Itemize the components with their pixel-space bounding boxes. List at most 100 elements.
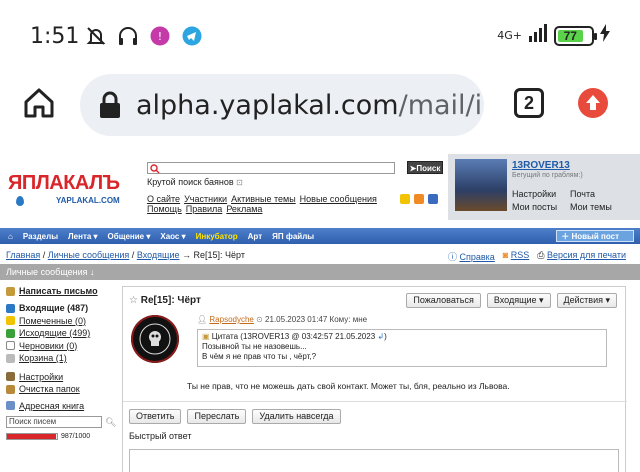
link-rules[interactable]: Правила bbox=[186, 204, 223, 214]
battery-icon: 77 bbox=[554, 25, 597, 46]
folder-sent-label[interactable]: Исходящие (499) bbox=[19, 327, 90, 340]
nav-sections[interactable]: Разделы bbox=[23, 232, 58, 241]
home-button[interactable] bbox=[22, 86, 56, 120]
help-link[interactable]: ⓘ Справка bbox=[448, 250, 495, 263]
user-posts-link[interactable]: Мои посты bbox=[512, 201, 557, 214]
link-members[interactable]: Участники bbox=[184, 194, 227, 204]
quote-line: Позывной ты не назовешь... bbox=[202, 342, 307, 351]
svg-text:!: ! bbox=[158, 30, 162, 43]
breadcrumb: Главная / Личные сообщения / Входящие → … bbox=[6, 250, 245, 260]
help-link-text[interactable]: Справка bbox=[459, 252, 494, 262]
compose-link[interactable]: Написать письмо bbox=[6, 286, 120, 296]
subject-text: Re[15]: Чёрт bbox=[140, 295, 201, 306]
print-link[interactable]: ⎙ Версия для печати bbox=[537, 250, 626, 263]
signal-icon bbox=[528, 24, 548, 47]
folder-starred-label[interactable]: Помеченные (0) bbox=[19, 315, 86, 328]
jump-icon[interactable]: ↲ bbox=[377, 332, 384, 341]
new-post-button[interactable]: ＋ Новый пост bbox=[556, 230, 634, 242]
link-active-topics[interactable]: Активные темы bbox=[231, 194, 296, 204]
nav-art[interactable]: Арт bbox=[248, 232, 262, 241]
nav-feed[interactable]: Лента ▾ bbox=[68, 232, 98, 241]
addressbook-link[interactable]: Адресная книга bbox=[6, 400, 120, 413]
star-icon[interactable] bbox=[400, 194, 410, 204]
link-help[interactable]: Помощь bbox=[147, 204, 182, 214]
print-link-text[interactable]: Версия для печати bbox=[547, 250, 626, 260]
quota-text: 987/1000 bbox=[61, 433, 91, 440]
crumb-personal[interactable]: Личные сообщения bbox=[48, 250, 130, 260]
folder-sent[interactable]: Исходящие (499) bbox=[6, 327, 120, 340]
folder-starred[interactable]: Помеченные (0) bbox=[6, 315, 120, 328]
address-bar[interactable]: alpha.yaplakal.com/mail/inb bbox=[80, 74, 484, 136]
folder-inbox[interactable]: Входящие (487) bbox=[6, 302, 120, 315]
search-icon bbox=[150, 164, 160, 174]
tools-icon bbox=[6, 372, 15, 382]
site-logo[interactable]: ЯПЛАКАЛЪ YAPLAKAL.COM bbox=[8, 172, 134, 216]
addressbook-label[interactable]: Адресная книга bbox=[19, 400, 84, 413]
folder-drafts-label[interactable]: Черновики (0) bbox=[19, 340, 77, 353]
home-nav-icon[interactable]: ⌂ bbox=[8, 232, 13, 241]
quick-reply-label: Быстрый ответ bbox=[129, 431, 192, 441]
site-search-input[interactable] bbox=[147, 162, 395, 174]
folder-trash[interactable]: Корзина (1) bbox=[6, 352, 120, 365]
user-panel: 13ROVER13 Бегущий по граблям:) Настройки… bbox=[448, 154, 640, 220]
star-outline-icon[interactable]: ☆ bbox=[129, 295, 138, 306]
header-links-row2: Помощь Правила Реклама bbox=[147, 204, 397, 214]
nav-social[interactable]: Общение ▾ bbox=[108, 232, 151, 241]
crumb-home[interactable]: Главная bbox=[6, 250, 40, 260]
page-tools: ⓘ Справка ◙ RSS ⎙ Версия для печати bbox=[448, 250, 626, 263]
folder-drafts[interactable]: Черновики (0) bbox=[6, 340, 120, 353]
link-about[interactable]: О сайте bbox=[147, 194, 180, 204]
rss-link[interactable]: ◙ RSS bbox=[503, 250, 529, 263]
username[interactable]: 13ROVER13 bbox=[512, 160, 570, 171]
rss-link-text[interactable]: RSS bbox=[511, 250, 530, 260]
tab-switcher-button[interactable]: 2 bbox=[514, 88, 544, 118]
author-link[interactable]: Rapsodyche bbox=[209, 315, 253, 324]
crumb-inbox[interactable]: Входящие bbox=[137, 250, 180, 260]
report-button[interactable]: Пожаловаться bbox=[406, 293, 481, 308]
quote-icon: ▣ bbox=[202, 332, 210, 341]
nav-incubator[interactable]: Инкубатор bbox=[196, 232, 238, 241]
actions-button[interactable]: Действия ▾ bbox=[556, 293, 617, 308]
nav-files[interactable]: ЯП файлы bbox=[272, 232, 314, 241]
quote-header-text: Цитата (13ROVER13 @ 03:42:57 21.05.2023 bbox=[211, 332, 376, 341]
clean-folders-label[interactable]: Очистка папок bbox=[19, 383, 80, 396]
main-nav: ⌂ Разделы Лента ▾ Общение ▾ Хаос ▾ Инкуб… bbox=[0, 228, 640, 244]
link-ads[interactable]: Реклама bbox=[226, 204, 262, 214]
update-button[interactable] bbox=[578, 88, 608, 118]
message-actions: Пожаловаться Входящие ▾ Действия ▾ bbox=[406, 293, 617, 308]
help-icon[interactable]: ⊡ bbox=[236, 178, 243, 187]
link-new-messages[interactable]: Новые сообщения bbox=[300, 194, 377, 204]
quick-reply-textarea[interactable] bbox=[129, 449, 619, 472]
user-menu-col2: Почта Мои темы bbox=[570, 188, 612, 214]
folder-trash-label[interactable]: Корзина (1) bbox=[19, 352, 67, 365]
home-icon bbox=[24, 88, 54, 118]
pen-icon[interactable] bbox=[428, 194, 438, 204]
arrow-up-icon bbox=[586, 95, 600, 110]
settings-label[interactable]: Настройки bbox=[19, 371, 63, 384]
clean-folders-link[interactable]: Очистка папок bbox=[6, 383, 120, 396]
search-button[interactable]: ➤Поиск bbox=[407, 161, 443, 174]
message-date: 21.05.2023 01:47 Кому: мне bbox=[265, 315, 368, 324]
folder-inbox-label[interactable]: Входящие (487) bbox=[19, 302, 88, 315]
mail-search-input[interactable]: Поиск писем bbox=[6, 416, 102, 428]
user-settings-link[interactable]: Настройки bbox=[512, 188, 557, 201]
delete-forever-button[interactable]: Удалить навсегда bbox=[252, 409, 341, 424]
section-title[interactable]: Личные сообщения ↓ bbox=[0, 264, 640, 280]
nav-chaos[interactable]: Хаос ▾ bbox=[160, 232, 185, 241]
status-bar: 1:51 ! 4G+ 77 bbox=[0, 0, 640, 70]
user-avatar[interactable] bbox=[455, 159, 507, 211]
reply-button[interactable]: Ответить bbox=[129, 409, 182, 424]
author-avatar[interactable] bbox=[131, 315, 179, 363]
app-icon: ! bbox=[148, 24, 172, 48]
mailbox-quota: 987/1000 bbox=[6, 433, 120, 440]
crumb-current: Re[15]: Чёрт bbox=[193, 250, 245, 260]
forward-button[interactable]: Переслать bbox=[187, 409, 247, 424]
folder-select-button[interactable]: Входящие ▾ bbox=[486, 293, 551, 308]
inbox-icon bbox=[6, 303, 15, 313]
user-mail-link[interactable]: Почта bbox=[570, 188, 612, 201]
clock-icon: ⊙ bbox=[256, 315, 263, 324]
rss-icon[interactable] bbox=[414, 194, 424, 204]
user-topics-link[interactable]: Мои темы bbox=[570, 201, 612, 214]
search-icon[interactable]: 🔍︎ bbox=[105, 417, 116, 428]
settings-link[interactable]: Настройки bbox=[6, 371, 120, 384]
